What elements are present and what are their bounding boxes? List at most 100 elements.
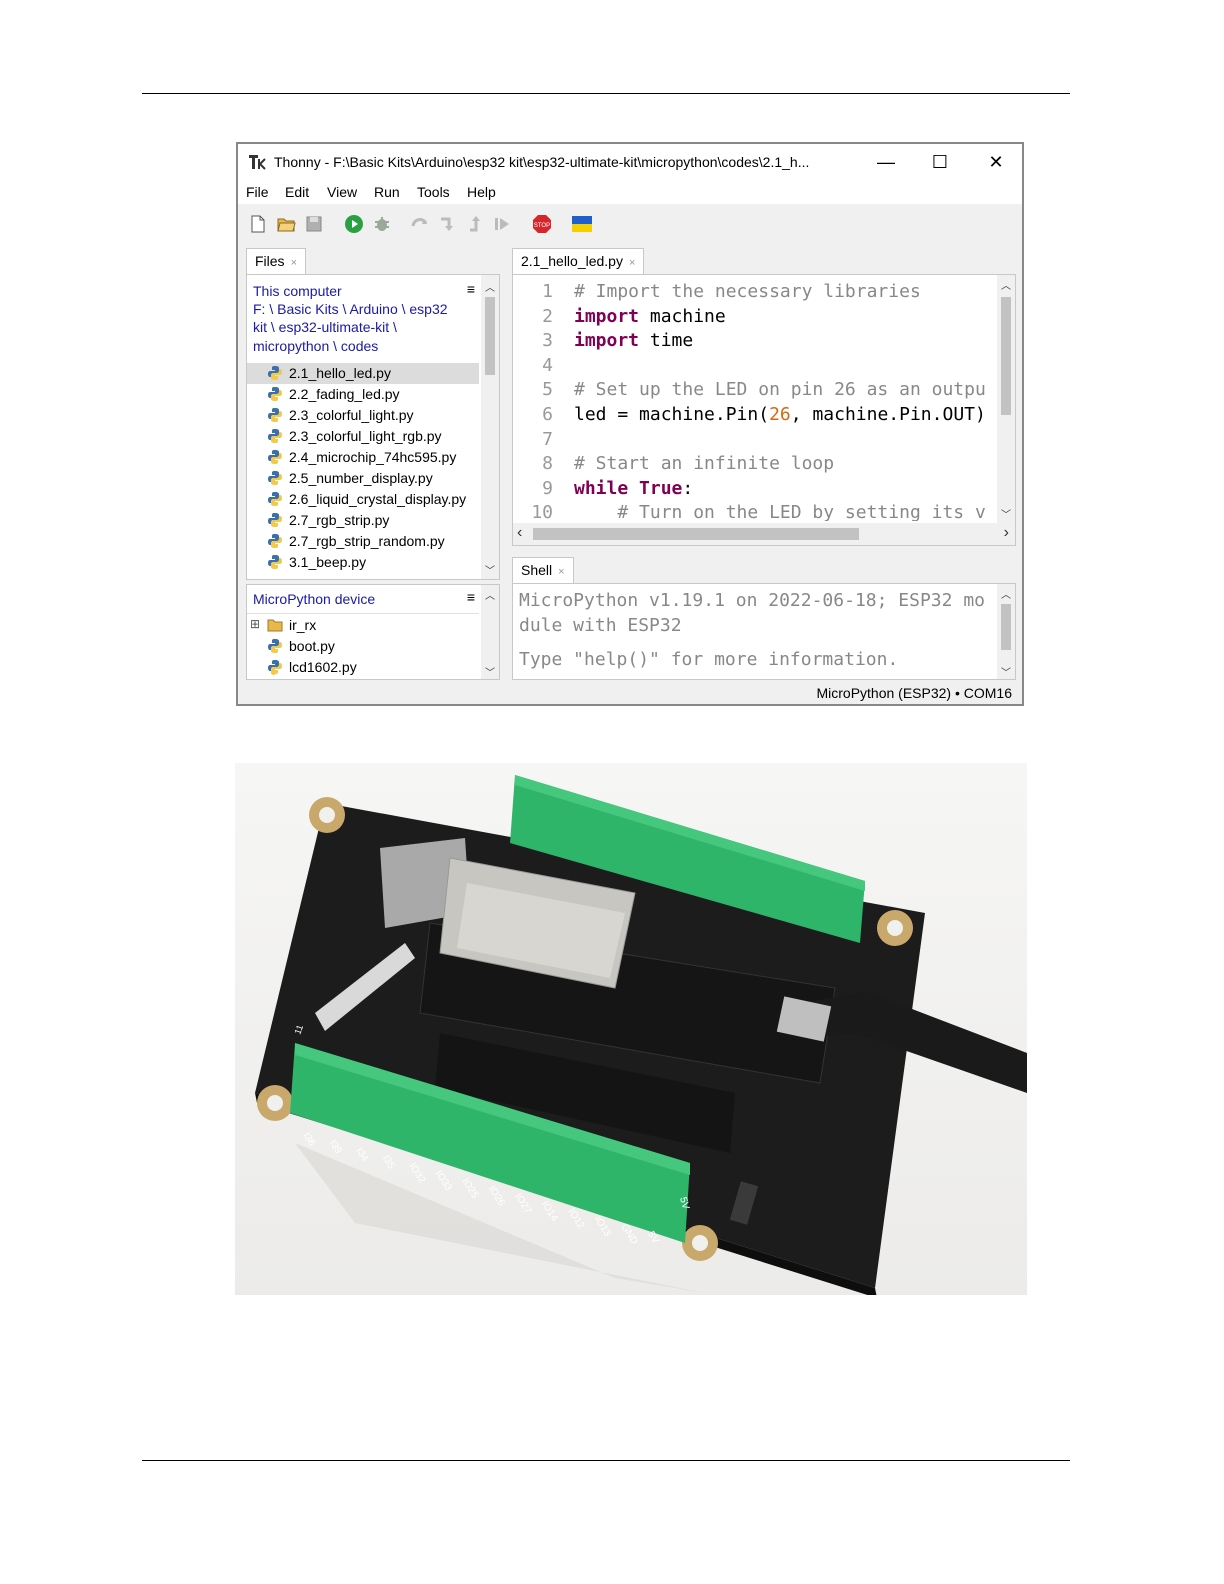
python-file-icon	[268, 639, 282, 653]
files-panel: This computer ≡ F: \ Basic Kits \ Arduin…	[246, 274, 500, 580]
editor-hscrollbar[interactable]: ‹ ›	[513, 523, 1015, 545]
files-scrollbar[interactable]: ︿ ﹀	[481, 275, 499, 579]
code-line[interactable]: # Turn on the LED by setting its v	[574, 502, 986, 521]
device-panel: MicroPython device ≡ ⊞ ir_rx boot.py lcd…	[246, 584, 500, 680]
tab-shell[interactable]: Shell ×	[512, 557, 574, 583]
code-line[interactable]: # Set up the LED on pin 26 as an outpu	[574, 379, 986, 400]
line-number: 5	[542, 379, 553, 401]
tab-files[interactable]: Files ×	[246, 248, 306, 274]
file-item[interactable]: 2.5_number_display.py	[247, 468, 479, 489]
tab-editor-close-icon[interactable]: ×	[629, 257, 635, 269]
scroll-up-icon[interactable]: ︿	[481, 587, 499, 602]
file-name: 2.4_microchip_74hc595.py	[289, 449, 457, 465]
new-file-icon[interactable]	[248, 214, 268, 234]
close-button[interactable]: ✕	[978, 148, 1014, 176]
list-item[interactable]: ⊞ ir_rx	[247, 615, 479, 636]
path-line[interactable]: kit \ esp32-ultimate-kit \	[253, 319, 397, 335]
tab-files-label: Files	[255, 253, 285, 269]
code-line[interactable]: led = machine.Pin(26, machine.Pin.OUT)	[574, 404, 986, 425]
code-comment: # Turn on the LED by setting its v	[574, 502, 986, 521]
code-editor[interactable]: 1 # Import the necessary libraries 2 import…	[512, 274, 1016, 546]
code-line[interactable]: # Import the necessary libraries	[574, 281, 921, 302]
file-item[interactable]: 2.3_colorful_light.py	[247, 405, 479, 426]
scroll-up-icon[interactable]: ︿	[997, 277, 1015, 292]
editor-vscrollbar[interactable]: ︿ ﹀	[997, 275, 1015, 523]
step-over-icon[interactable]	[410, 214, 430, 234]
scroll-down-icon[interactable]: ﹀	[997, 664, 1015, 679]
scroll-up-icon[interactable]: ︿	[481, 279, 499, 294]
line-number: 4	[542, 354, 553, 376]
shell-panel[interactable]: MicroPython v1.19.1 on 2022-06-18; ESP32…	[512, 583, 1016, 680]
menu-help[interactable]: Help	[467, 184, 496, 200]
scroll-right-icon[interactable]: ›	[1004, 524, 1009, 542]
resume-icon[interactable]	[492, 214, 512, 234]
scroll-down-icon[interactable]: ﹀	[481, 562, 499, 577]
device-panel-title[interactable]: MicroPython device	[253, 591, 375, 607]
file-name: 2.3_colorful_light.py	[289, 407, 414, 423]
list-item[interactable]: lcd1602.py	[247, 657, 479, 678]
files-menu-icon[interactable]: ≡	[467, 281, 475, 297]
list-item[interactable]: boot.py	[247, 636, 479, 657]
file-item[interactable]: 2.1_hello_led.py	[247, 363, 479, 384]
scroll-thumb[interactable]	[485, 297, 495, 375]
python-file-icon	[268, 429, 282, 443]
save-file-icon[interactable]	[304, 214, 324, 234]
maximize-button[interactable]: ☐	[922, 148, 958, 176]
file-item[interactable]: 3.1_beep.py	[247, 552, 479, 573]
scroll-down-icon[interactable]: ﹀	[997, 506, 1015, 521]
code-line[interactable]: # Start an infinite loop	[574, 453, 834, 474]
path-line[interactable]: micropython \ codes	[253, 338, 378, 354]
minimize-button[interactable]: —	[868, 148, 904, 176]
scroll-up-icon[interactable]: ︿	[997, 586, 1015, 601]
code-line[interactable]: while True:	[574, 478, 693, 499]
title-bar[interactable]: Thonny - F:\Basic Kits\Arduino\esp32 kit…	[238, 144, 1022, 180]
run-icon[interactable]	[344, 214, 364, 234]
file-name: boot.py	[289, 638, 335, 654]
menu-edit[interactable]: Edit	[285, 184, 309, 200]
code-line[interactable]: import machine	[574, 306, 726, 327]
divider	[247, 613, 479, 614]
file-item[interactable]: 2.4_microchip_74hc595.py	[247, 447, 479, 468]
tab-files-close-icon[interactable]: ×	[291, 257, 297, 269]
scroll-left-icon[interactable]: ‹	[517, 524, 522, 542]
device-menu-icon[interactable]: ≡	[467, 589, 475, 605]
this-computer-link[interactable]: This computer	[253, 283, 342, 299]
file-item[interactable]: 2.7_rgb_strip_random.py	[247, 531, 479, 552]
scroll-thumb[interactable]	[533, 528, 859, 540]
python-file-icon	[268, 450, 282, 464]
step-out-icon[interactable]	[466, 214, 486, 234]
line-number: 7	[542, 428, 553, 450]
file-name: 3.1_beep.py	[289, 554, 367, 570]
line-number: 8	[542, 453, 553, 475]
file-item[interactable]: 2.2_fading_led.py	[247, 384, 479, 405]
step-into-icon[interactable]	[438, 214, 458, 234]
file-item[interactable]: 2.7_rgb_strip.py	[247, 510, 479, 531]
thonny-logo-icon	[249, 155, 266, 170]
open-file-icon[interactable]	[276, 214, 296, 234]
scroll-thumb[interactable]	[1001, 604, 1011, 650]
file-item[interactable]: 2.6_liquid_crystal_display.py	[247, 489, 479, 510]
path-line[interactable]: F: \ Basic Kits \ Arduino \ esp32	[253, 301, 448, 317]
menu-tools[interactable]: Tools	[417, 184, 450, 200]
code-line[interactable]: import time	[574, 330, 693, 351]
scroll-down-icon[interactable]: ﹀	[481, 664, 499, 679]
debug-icon[interactable]	[372, 214, 392, 234]
expand-icon[interactable]: ⊞	[250, 617, 260, 631]
status-bar[interactable]: MicroPython (ESP32) • COM16	[816, 685, 1012, 701]
thonny-window[interactable]: Thonny - F:\Basic Kits\Arduino\esp32 kit…	[236, 142, 1024, 706]
menu-view[interactable]: View	[327, 184, 357, 200]
file-item[interactable]: 2.3_colorful_light_rgb.py	[247, 426, 479, 447]
tab-editor-file[interactable]: 2.1_hello_led.py ×	[512, 248, 645, 274]
device-scrollbar[interactable]: ︿ ﹀	[481, 585, 499, 679]
menu-bar: File Edit View Run Tools Help	[238, 180, 1022, 204]
tab-shell-close-icon[interactable]: ×	[558, 566, 564, 578]
stop-icon[interactable]: STOP	[532, 214, 552, 234]
python-file-icon	[268, 660, 282, 675]
shell-scrollbar[interactable]: ︿ ﹀	[997, 584, 1015, 679]
code-text: , machine.Pin.OUT)	[790, 404, 986, 425]
menu-run[interactable]: Run	[374, 184, 400, 200]
flag-icon[interactable]	[572, 214, 592, 234]
code-comment: # Import the necessary libraries	[574, 281, 921, 302]
scroll-thumb[interactable]	[1001, 297, 1011, 415]
menu-file[interactable]: File	[246, 184, 269, 200]
